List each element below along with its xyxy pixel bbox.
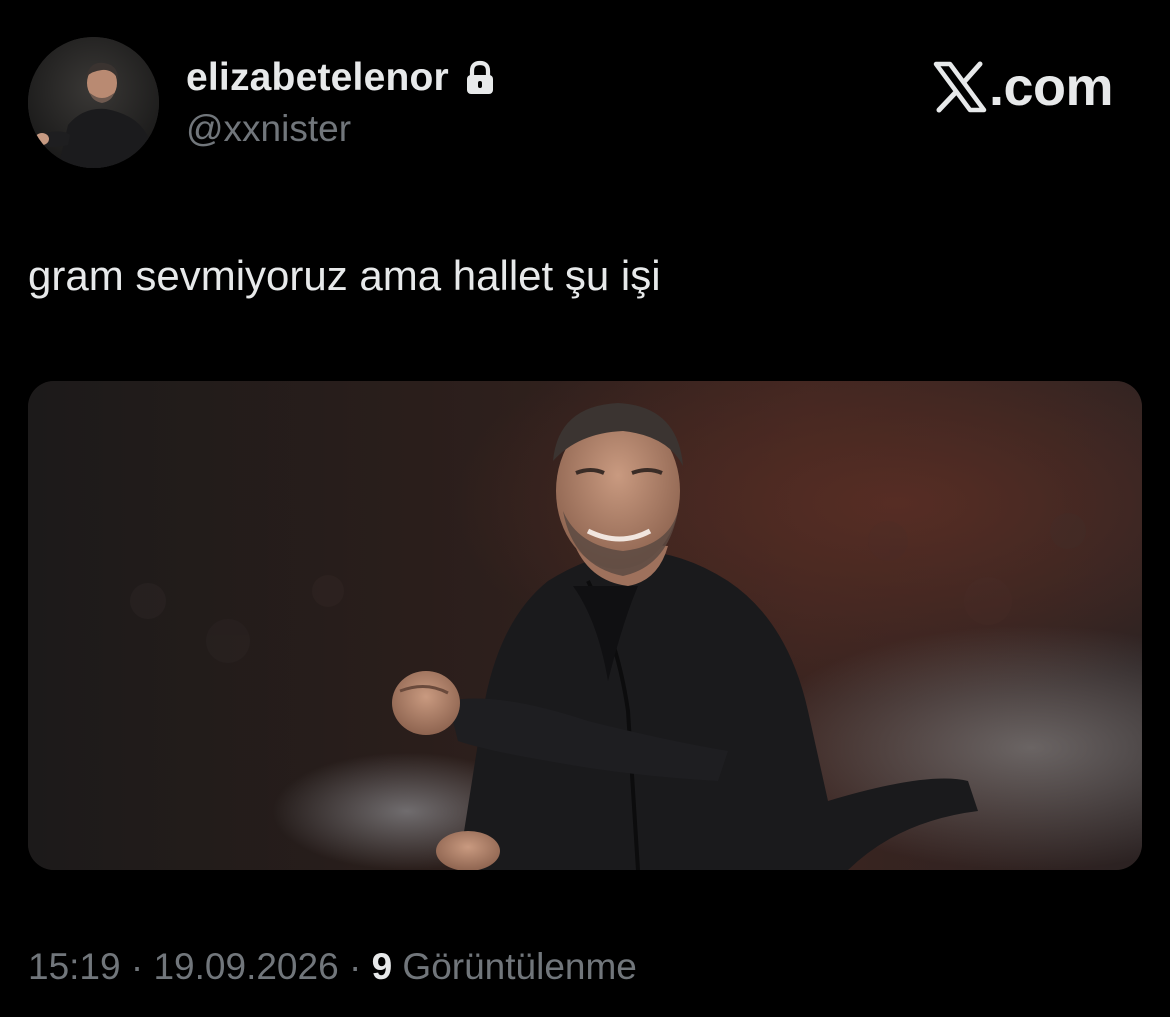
meta-separator: ·	[120, 946, 154, 987]
user-handle[interactable]: @xxnister	[186, 108, 351, 150]
meta-separator: ·	[338, 946, 372, 987]
display-name-row: elizabetelenor	[186, 54, 497, 102]
x-logo-icon	[933, 61, 987, 113]
avatar[interactable]	[28, 37, 159, 168]
tweet-meta: 15:19 · 19.09.2026 · 9 Görüntülenme	[28, 946, 637, 988]
tweet-photo	[28, 381, 1142, 870]
tweet-time[interactable]: 15:19	[28, 946, 121, 987]
tweet-media[interactable]	[28, 381, 1142, 870]
avatar-image	[28, 37, 159, 168]
tweet-date[interactable]: 19.09.2026	[153, 946, 338, 987]
brand-text: .com	[989, 57, 1114, 117]
tweet-text: gram sevmiyoruz ama hallet şu işi	[28, 252, 661, 299]
brand-watermark: .com	[933, 56, 1114, 118]
views-label: Görüntülenme	[392, 946, 637, 987]
views-count: 9	[371, 946, 393, 987]
lock-icon	[463, 60, 497, 96]
display-name[interactable]: elizabetelenor	[186, 56, 449, 100]
